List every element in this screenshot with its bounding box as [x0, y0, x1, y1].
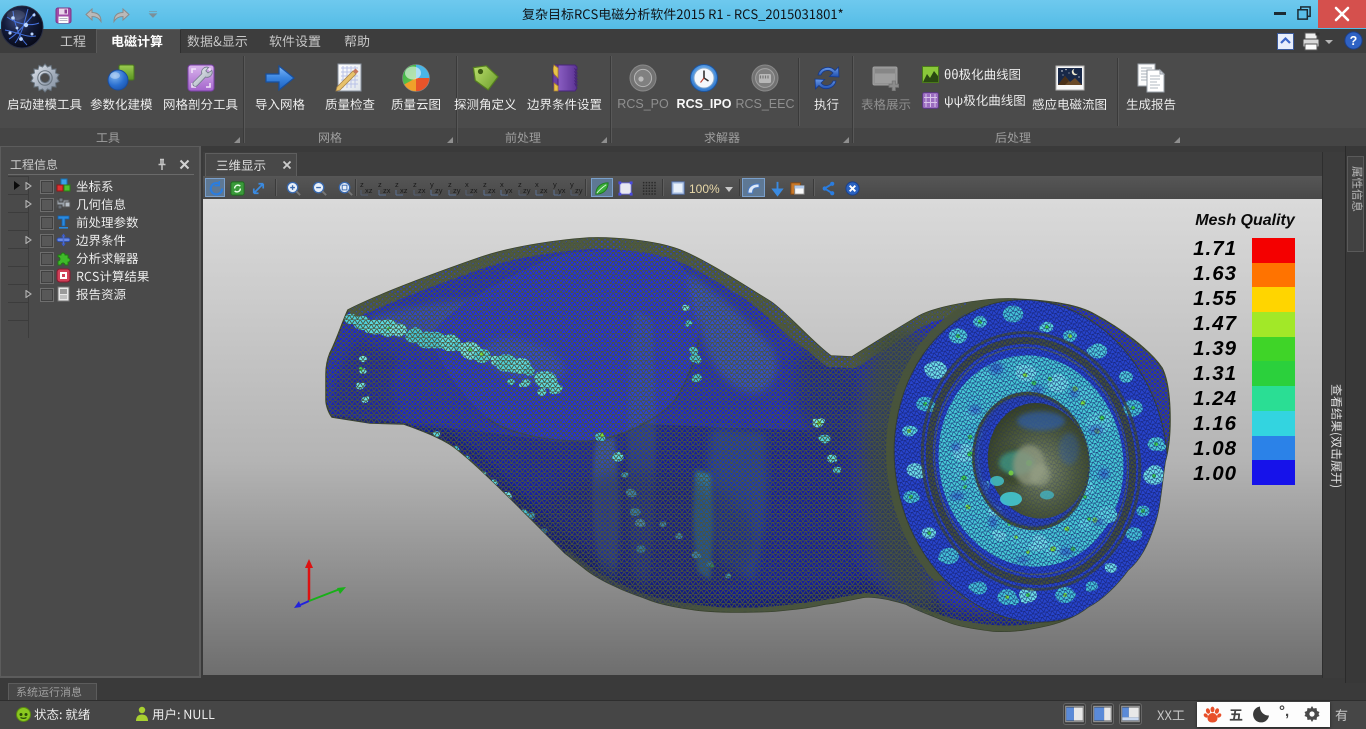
svg-text:x: x: [500, 180, 504, 189]
svg-text:zx: zx: [418, 186, 426, 195]
svg-text:x: x: [535, 180, 539, 189]
svg-text:z: z: [413, 180, 417, 189]
svg-text:z: z: [448, 180, 452, 189]
svg-text:y: y: [570, 180, 574, 189]
svg-text:zx: zx: [540, 186, 548, 195]
svg-text:zy: zy: [523, 186, 531, 195]
svg-text:yx: yx: [505, 186, 513, 195]
svg-text:x: x: [465, 180, 469, 189]
svg-text:z: z: [518, 180, 522, 189]
svg-text:zx: zx: [383, 186, 391, 195]
svg-text:y: y: [553, 180, 557, 189]
svg-text:zx: zx: [470, 186, 478, 195]
svg-text:z: z: [378, 180, 382, 189]
svg-text:zy: zy: [575, 186, 583, 195]
svg-text:zx: zx: [488, 186, 496, 195]
svg-text:z: z: [360, 180, 364, 189]
svg-text:zy: zy: [453, 186, 461, 195]
svg-text:y: y: [430, 180, 434, 189]
svg-text:z: z: [395, 180, 399, 189]
svg-text:yx: yx: [558, 186, 566, 195]
svg-text:z: z: [483, 180, 487, 189]
svg-text:zy: zy: [435, 186, 443, 195]
svg-text:xz: xz: [365, 186, 373, 195]
svg-text:?: ?: [1350, 34, 1358, 48]
svg-text:xz: xz: [400, 186, 408, 195]
